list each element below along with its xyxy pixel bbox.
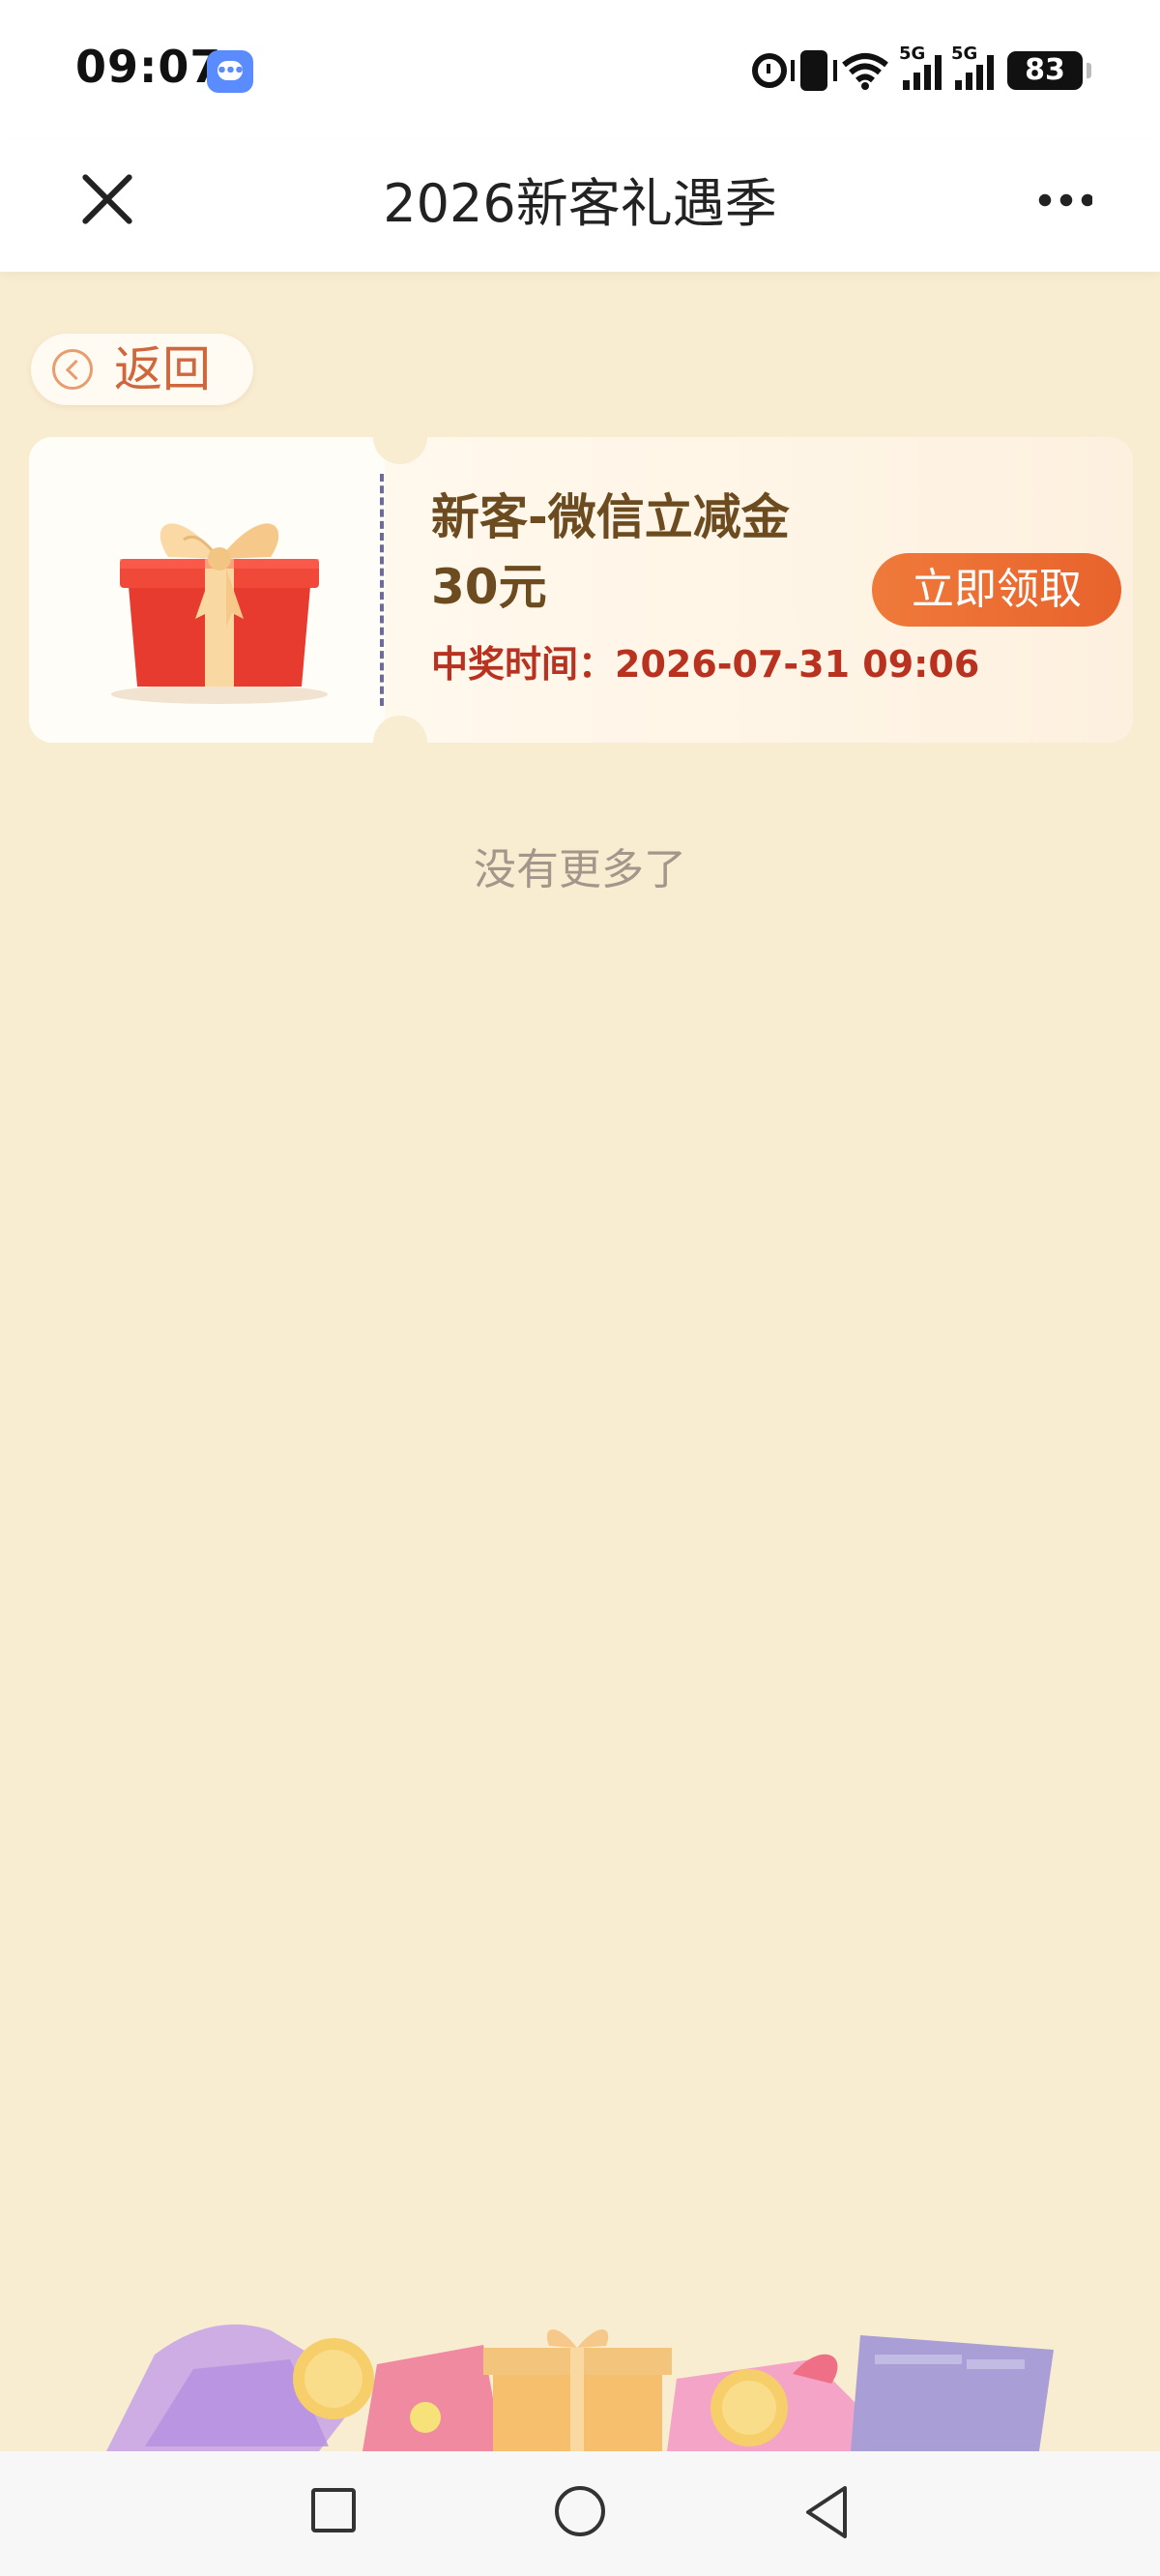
nav-back-icon[interactable] [802,2484,851,2540]
back-label: 返回 [114,341,211,397]
signal-5g-icon: 5G [951,44,994,90]
nav-home-icon[interactable] [555,2486,605,2536]
status-icons: 5G 5G 83 [752,44,1091,95]
no-more-text: 没有更多了 [474,845,686,894]
alarm-icon [752,53,787,88]
status-time: 09:07 [75,41,222,93]
signal-5g-icon: 5G [899,44,942,90]
title-bar: 2026新客礼遇季 [0,140,1160,272]
status-bar: 09:07 5G 5G 83 [0,0,1160,140]
back-circle-arrow-icon [52,349,93,390]
win-time: 中奖时间：2026-07-31 09:06 [431,643,980,686]
page-title: 2026新客礼遇季 [383,173,777,234]
coupon-card: 新客-微信立减金 30元 中奖时间：2026-07-31 09:06 立即领取 [29,437,1133,743]
coupon-divider [380,474,384,706]
wifi-glyph [842,53,888,90]
coupon-scallop-edge [29,466,39,714]
message-dots [218,67,243,73]
claim-button[interactable]: 立即领取 [872,553,1121,627]
system-nav-bar [0,2451,1160,2576]
signal-label: 5G [899,44,926,64]
signal-label: 5G [951,44,978,64]
wifi-icon [841,51,889,90]
battery-icon: 83 [1007,51,1091,90]
vibrate-icon [791,50,837,91]
more-dots-icon[interactable] [1034,193,1092,207]
prize-amount: 30元 [431,559,547,615]
bottom-gifts-decoration [106,2324,1054,2451]
nav-recent-icon[interactable] [311,2488,356,2532]
back-button[interactable]: 返回 [31,334,253,405]
prize-name: 新客-微信立减金 [431,489,790,545]
gift-box-icon [111,523,328,704]
